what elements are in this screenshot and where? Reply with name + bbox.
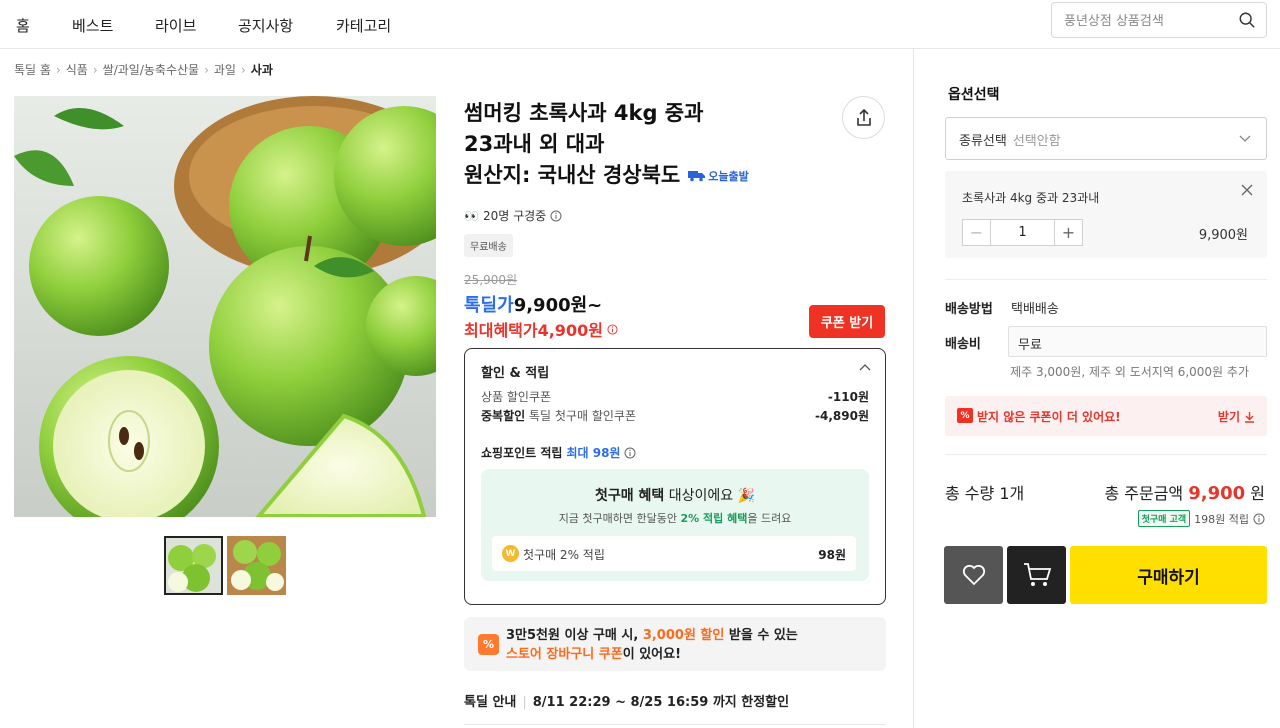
info-icon[interactable]: [550, 210, 562, 222]
shipping-method-label: 배송방법: [945, 302, 993, 317]
earn-points: 첫구매 고객 198원 적립: [1137, 510, 1265, 527]
share-icon: [856, 108, 871, 126]
max-benefit-price: 최대혜택가4,900원: [464, 317, 618, 341]
chevron-right-icon: ›: [204, 63, 209, 77]
like-button[interactable]: [944, 546, 1003, 604]
breadcrumb-fruit[interactable]: 과일: [214, 63, 236, 77]
chevron-up-icon[interactable]: [859, 363, 871, 371]
info-icon[interactable]: [607, 323, 618, 335]
free-shipping-badge: 무료배송: [464, 234, 513, 257]
coupon-icon: %: [957, 408, 973, 423]
tokdeal-price-value: 9,900원~: [513, 295, 603, 316]
chevron-right-icon: ›: [92, 63, 98, 77]
quantity-plus-button[interactable]: +: [1054, 220, 1082, 245]
truck-icon: [688, 171, 706, 182]
shopping-point: 쇼핑포인트 적립 최대 98원: [481, 444, 636, 461]
coin-icon: W: [502, 545, 519, 562]
purchase-panel: 옵션선택 종류선택 선택안함 초록사과 4kg 중과 23과내 − 1 + 9,9…: [913, 49, 1280, 728]
product-origin: 원산지: 국내산 경상북도: [464, 163, 681, 187]
cart-button[interactable]: [1007, 546, 1066, 604]
chevron-right-icon: ›: [55, 63, 61, 77]
thumbnail-2[interactable]: [227, 536, 286, 595]
top-nav: 홈 베스트 라이브 공지사항 카테고리: [0, 0, 1280, 49]
party-icon: 🎉: [737, 488, 756, 504]
selected-option: 초록사과 4kg 중과 23과내 − 1 + 9,900원: [945, 171, 1267, 258]
coupon-receive-button[interactable]: 쿠폰 받기: [809, 305, 885, 338]
first-purchase-badge: 첫구매 고객: [1137, 510, 1191, 527]
first-purchase-sub: 지금 첫구매하면 한달동안 2% 적립 혜택을 드려요: [558, 512, 792, 525]
breadcrumb: 톡딜 홈 › 식품 › 쌀/과일/농축수산물 › 과일 › 사과: [14, 61, 273, 78]
option-title: 옵션선택: [948, 87, 1000, 103]
quantity-value[interactable]: 1: [991, 220, 1054, 245]
today-shipping-badge: 오늘출발: [686, 161, 749, 192]
percent-icon: %: [478, 634, 499, 655]
total-quantity: 총 수량 1개: [945, 484, 1025, 503]
breadcrumb-home[interactable]: 톡딜 홈: [14, 63, 51, 77]
first-purchase-item: W 첫구매 2% 적립 98원: [492, 536, 856, 571]
tokdeal-info: 톡딜 안내 | 8/11 22:29 ~ 8/25 16:59 까지 한정할인: [464, 695, 790, 710]
tokdeal-price: 톡딜가9,900원~: [464, 291, 602, 317]
divider: [464, 724, 886, 725]
total-amount: 총 주문금액 9,900 원: [1104, 483, 1265, 504]
search-box: [1051, 2, 1267, 38]
discount-title: 할인 & 적립: [481, 366, 550, 381]
discount-box: 할인 & 적립 상품 할인쿠폰 -110원 중복할인 톡딜 첫구매 할인쿠폰 -…: [464, 348, 886, 605]
buy-button[interactable]: 구매하기: [1070, 546, 1267, 604]
unclaimed-coupon-banner[interactable]: % 받지 않은 쿠폰이 더 있어요! 받기: [945, 396, 1267, 436]
share-button[interactable]: [842, 96, 885, 139]
coupon-get-link[interactable]: 받기: [1218, 408, 1255, 425]
option-select[interactable]: 종류선택 선택안함: [945, 117, 1267, 160]
shipping-fee-label: 배송비: [945, 337, 981, 352]
product-title-line2: 23과내 외 대과: [464, 132, 605, 156]
nav-live[interactable]: 라이브: [155, 15, 196, 36]
shipping-fee-box: 무료: [1008, 326, 1267, 357]
divider: [945, 454, 1267, 455]
breadcrumb-food[interactable]: 식품: [66, 63, 88, 77]
search-icon[interactable]: [1238, 11, 1256, 29]
product-title-line1: 썸머킹 초록사과 4kg 중과: [464, 101, 704, 125]
first-purchase-title: 첫구매 혜택 대상이에요 🎉: [594, 488, 756, 504]
discount-row-duplicate: 중복할인 톡딜 첫구매 할인쿠폰 -4,890원: [481, 409, 869, 423]
first-purchase-box: 첫구매 혜택 대상이에요 🎉 지금 첫구매하면 한달동안 2% 적립 혜택을 드…: [481, 469, 869, 581]
nav-notice[interactable]: 공지사항: [238, 15, 293, 36]
original-price: 25,900원: [464, 273, 518, 287]
quantity-minus-button[interactable]: −: [963, 220, 991, 245]
nav-home[interactable]: 홈: [16, 15, 30, 36]
breadcrumb-apple[interactable]: 사과: [251, 63, 273, 77]
nav-category[interactable]: 카테고리: [336, 15, 391, 36]
eyes-icon: 👀: [464, 208, 479, 223]
quantity-stepper: − 1 +: [962, 219, 1083, 246]
shipping-fee-note: 제주 3,000원, 제주 외 도서지역 6,000원 추가: [1010, 365, 1249, 379]
nav-best[interactable]: 베스트: [72, 15, 113, 36]
search-input[interactable]: [1064, 11, 1234, 31]
option-price: 9,900원: [1198, 228, 1248, 243]
tokdeal-label: 톡딜가: [464, 295, 514, 316]
heart-icon: [962, 564, 985, 586]
shipping-method-value: 택배배송: [1011, 302, 1059, 317]
product-title: 썸머킹 초록사과 4kg 중과 23과내 외 대과 원산지: 국내산 경상북도 오…: [464, 98, 824, 192]
chevron-down-icon: [1239, 135, 1251, 142]
cart-icon: [1023, 563, 1051, 586]
viewer-count: 👀 20명 구경중: [464, 207, 562, 224]
divider: [945, 279, 1267, 280]
product-main-image: [14, 96, 436, 517]
close-icon[interactable]: [1241, 184, 1253, 196]
info-icon[interactable]: [1253, 513, 1265, 525]
info-icon[interactable]: [624, 447, 636, 459]
thumbnail-1[interactable]: [164, 536, 223, 595]
chevron-right-icon: ›: [240, 63, 246, 77]
download-icon: [1245, 411, 1254, 423]
breadcrumb-produce[interactable]: 쌀/과일/농축수산물: [103, 63, 199, 77]
cart-coupon-banner[interactable]: % 3만5천원 이상 구매 시, 3,000원 할인 받을 수 있는 스토어 장…: [464, 617, 886, 671]
discount-row-product-coupon: 상품 할인쿠폰 -110원: [481, 390, 869, 404]
